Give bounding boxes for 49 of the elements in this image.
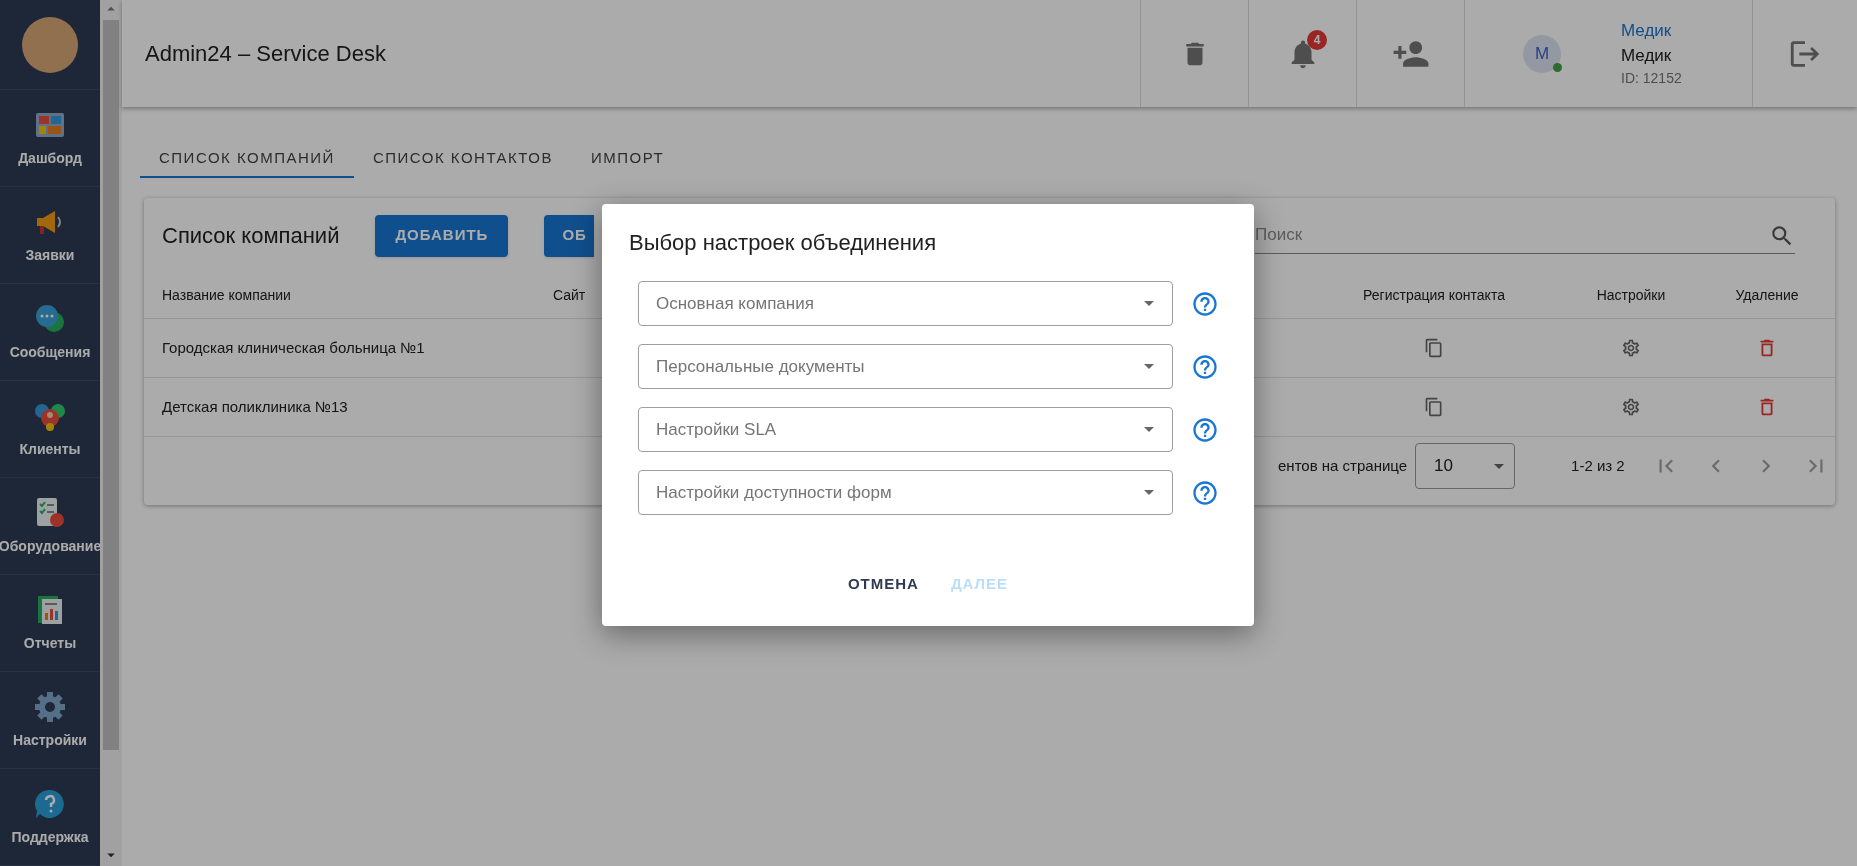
notification-badge: 4 <box>1307 30 1327 50</box>
help-icon[interactable] <box>1191 478 1219 507</box>
tab[interactable]: ИМПОРТ <box>572 140 684 178</box>
copy-icon[interactable] <box>1424 397 1444 417</box>
column-header: Удаление <box>1734 286 1800 305</box>
notifications-button[interactable]: 4 <box>1248 0 1356 107</box>
user-name: Медик <box>1621 44 1673 66</box>
dropdown-arrow-icon <box>1494 463 1505 469</box>
settings-icon[interactable] <box>1621 338 1641 358</box>
merge-button[interactable]: ОБ <box>544 214 595 257</box>
dropdown-arrow-icon <box>1144 301 1154 306</box>
help-icon[interactable] <box>1191 352 1219 381</box>
help-icon[interactable] <box>1191 289 1219 318</box>
table-cell-text: Детская поликлиника №13 <box>162 396 349 417</box>
dialog-button[interactable]: ОТМЕНА <box>835 564 931 604</box>
select-placeholder: Настройки SLA <box>656 418 778 441</box>
app-title: Admin24 – Service Desk <box>144 40 386 68</box>
user-link[interactable]: Медик <box>1621 19 1682 41</box>
rows-per-page-select[interactable]: 10 <box>1415 443 1516 489</box>
dropdown-arrow-icon <box>1144 427 1154 432</box>
column-header: Сайт <box>553 286 587 305</box>
select-placeholder: Основная компания <box>656 292 815 315</box>
add-button[interactable]: ДОБАВИТЬ <box>375 214 509 257</box>
column-header: Настройки <box>1595 286 1667 305</box>
user-id: ID: 12152 <box>1621 70 1682 88</box>
tab[interactable]: СПИСОК КОНТАКТОВ <box>353 140 572 178</box>
page-range: 1-2 из 2 <box>1571 455 1625 476</box>
card-title: Список компаний <box>162 222 340 250</box>
scrollbar-thumb[interactable] <box>103 20 119 750</box>
copy-icon[interactable] <box>1424 338 1444 358</box>
select-field[interactable]: Настройки доступности форм <box>638 470 1173 515</box>
rows-per-page-label: ентов на странице <box>1278 455 1408 476</box>
dialog-title: Выбор настроек объединения <box>629 229 938 257</box>
column-header: Регистрация контакта <box>1362 286 1506 305</box>
user-avatar[interactable]: M <box>1523 34 1561 73</box>
column-header: Название компании <box>162 286 292 305</box>
dropdown-arrow-icon <box>1144 364 1154 369</box>
tab[interactable]: СПИСОК КОМПАНИЙ <box>140 140 354 178</box>
scrollbar[interactable] <box>100 0 122 866</box>
settings-icon[interactable] <box>1621 397 1641 417</box>
select-placeholder: Настройки доступности форм <box>656 481 893 504</box>
select-field[interactable]: Персональные документы <box>638 344 1173 389</box>
gear-icon <box>33 689 67 724</box>
dropdown-arrow-icon <box>1144 490 1154 495</box>
select-placeholder: Персональные документы <box>656 355 866 378</box>
select-field[interactable]: Настройки SLA <box>638 407 1173 452</box>
help-icon[interactable] <box>1191 415 1219 444</box>
select-field[interactable]: Основная компания <box>638 281 1173 326</box>
table-cell-text: Городская клиническая больница №1 <box>162 337 426 358</box>
